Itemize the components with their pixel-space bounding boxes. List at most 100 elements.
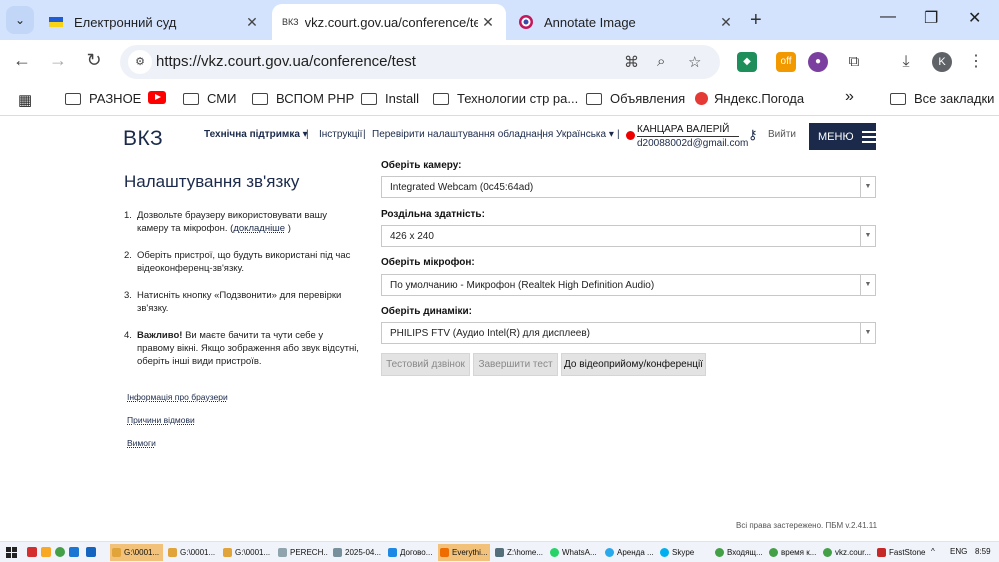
taskbar-item[interactable]: время к... xyxy=(767,544,819,561)
taskbar-item[interactable]: G:\0001... xyxy=(221,544,273,561)
user-name[interactable]: КАНЦАРА ВАЛЕРІЙ xyxy=(637,124,739,137)
new-tab-button[interactable]: + xyxy=(750,9,762,32)
taskbar-item[interactable]: Skype xyxy=(658,544,710,561)
apps-grid-icon[interactable]: ▦ xyxy=(18,91,32,109)
nav-instructions[interactable]: Інструкції xyxy=(319,129,362,140)
chevron-down-icon: ▼ xyxy=(860,275,875,295)
restore-icon[interactable]: ❐ xyxy=(924,8,938,28)
zoom-icon[interactable]: ⌕ xyxy=(657,53,665,70)
taskbar-item[interactable]: Догово... xyxy=(386,544,436,561)
address-bar[interactable]: ⚙ https://vkz.court.gov.ua/conference/te… xyxy=(120,45,720,79)
folder-icon xyxy=(433,92,449,105)
bookmark-star-icon[interactable]: ☆ xyxy=(688,53,701,71)
end-test-button[interactable]: Завершити тест xyxy=(473,353,558,376)
document-icon xyxy=(388,548,397,557)
list-item: 2. Оберіть пристрої, що будуть використан… xyxy=(124,250,351,274)
taskbar-item[interactable]: Everythi... xyxy=(438,544,490,561)
shield-extension-icon[interactable]: ◆ xyxy=(737,52,757,72)
taskbar-item[interactable]: G:\0001... xyxy=(110,544,163,561)
site-info-icon[interactable]: ⚙ xyxy=(128,50,152,74)
user-email: d20088002d@gmail.com xyxy=(637,138,749,149)
close-tab-icon[interactable]: ✕ xyxy=(242,14,262,31)
tab-vkz-conference[interactable]: ВКЗ vkz.court.gov.ua/conference/tes ✕ xyxy=(272,4,506,40)
instructions-list: 1. Дозвольте браузеру використовувати ва… xyxy=(124,209,359,382)
close-tab-icon[interactable]: ✕ xyxy=(478,14,498,31)
pinned-app-icon[interactable] xyxy=(41,547,51,557)
copyright: Всі права застережено. ПБМ v.2.41.11 xyxy=(736,521,878,530)
weather-icon xyxy=(695,92,708,105)
download-icon[interactable]: ⤓ xyxy=(896,52,916,72)
resolution-select[interactable]: 426 x 240 ▼ xyxy=(381,225,876,247)
whatsapp-icon xyxy=(550,548,559,557)
bookmark-ads[interactable]: Объявления xyxy=(586,91,685,106)
taskbar-item[interactable]: vkz.cour... xyxy=(821,544,873,561)
logout-link[interactable]: Вийти xyxy=(768,129,796,140)
site-logo[interactable]: ВКЗ xyxy=(123,127,163,151)
close-window-icon[interactable]: ✕ xyxy=(968,8,981,28)
camera-select[interactable]: Integrated Webcam (0c45:64ad) ▼ xyxy=(381,176,876,198)
bookmark-youtube[interactable] xyxy=(148,91,166,104)
nav-check-settings[interactable]: Перевірити налаштування обладнання xyxy=(372,129,553,140)
more-bookmarks-icon[interactable]: » xyxy=(845,88,854,106)
tab-title: vkz.court.gov.ua/conference/tes xyxy=(304,14,478,30)
go-to-conference-button[interactable]: До відеоприйому/конференції xyxy=(561,353,706,376)
pinned-app-icon[interactable] xyxy=(69,547,79,557)
minimize-icon[interactable]: — xyxy=(880,8,896,26)
windows-start-icon[interactable] xyxy=(6,547,17,558)
all-bookmarks[interactable]: Все закладки xyxy=(890,91,994,106)
key-icon: ⚷ xyxy=(748,127,758,142)
language-select[interactable]: Українська ▾ xyxy=(556,129,614,140)
browser-menu-icon[interactable]: ⋮ xyxy=(966,52,986,72)
tab-search-button[interactable]: ⌄ xyxy=(6,6,34,34)
color-extension-icon[interactable]: ● xyxy=(808,52,828,72)
tab-electronic-court[interactable]: Електронний суд ✕ xyxy=(38,4,270,40)
url-text[interactable]: https://vkz.court.gov.ua/conference/test xyxy=(156,53,416,70)
folder-icon xyxy=(112,548,121,557)
user-status-dot xyxy=(626,131,635,140)
pinned-app-icon[interactable] xyxy=(27,547,37,557)
page-title: Налаштування зв'язку xyxy=(124,172,300,191)
off-extension-icon[interactable]: off xyxy=(776,52,796,72)
hamburger-icon xyxy=(861,128,876,146)
test-call-button[interactable]: Тестовий дзвінок xyxy=(381,353,470,376)
bookmark-install[interactable]: Install xyxy=(361,91,419,106)
taskbar-item[interactable]: Z:\home... xyxy=(493,544,545,561)
microphone-select[interactable]: По умолчанию - Микрофон (Realtek High De… xyxy=(381,274,876,296)
close-tab-icon[interactable]: ✕ xyxy=(716,14,736,31)
taskbar-item[interactable]: G:\0001... xyxy=(166,544,218,561)
speaker-select[interactable]: PHILIPS FTV (Аудио Intel(R) для дисплеев… xyxy=(381,322,876,344)
extensions-icon[interactable]: ⧉ xyxy=(844,52,864,72)
clock[interactable]: 8:59 xyxy=(975,547,991,556)
menu-button[interactable]: МЕНЮ xyxy=(809,123,876,150)
translate-icon[interactable]: ⌘ xyxy=(624,53,639,71)
folder-icon xyxy=(361,92,377,105)
nav-support[interactable]: Технічна підтримка ▾ xyxy=(204,129,308,140)
tray-arrow-icon[interactable]: ^ xyxy=(931,547,935,556)
taskbar-item[interactable]: WhatsA... xyxy=(548,544,600,561)
pinned-app-icon[interactable] xyxy=(86,547,96,557)
taskbar-item[interactable]: Входящ... xyxy=(713,544,765,561)
requirements-link[interactable]: Вимоги xyxy=(127,438,156,448)
taskbar-item[interactable]: FastStone xyxy=(875,544,927,561)
taskbar-item[interactable]: Аренда ... xyxy=(603,544,655,561)
back-icon[interactable]: ← xyxy=(10,50,34,71)
taskbar-item[interactable]: 2025-04... xyxy=(331,544,383,561)
browser-info-link[interactable]: Інформація про браузери xyxy=(127,392,228,402)
bookmark-vspom-php[interactable]: ВСПОМ PHP xyxy=(252,91,354,106)
more-info-link[interactable]: докладніше xyxy=(233,223,285,234)
chevron-down-icon: ▼ xyxy=(860,177,875,197)
bookmark-smi[interactable]: СМИ xyxy=(183,91,236,106)
bookmark-raznoe[interactable]: РАЗНОЕ xyxy=(65,91,141,106)
forward-icon[interactable]: → xyxy=(46,50,70,71)
bookmark-tech[interactable]: Технологии стр ра... xyxy=(433,91,578,106)
chrome-icon[interactable] xyxy=(55,547,65,557)
language-indicator[interactable]: ENG xyxy=(950,547,967,556)
tab-annotate-image[interactable]: Annotate Image ✕ xyxy=(508,4,744,40)
taskbar-item[interactable]: PERECH... xyxy=(276,544,328,561)
bookmark-yandex-weather[interactable]: Яндекс.Погода xyxy=(695,91,804,106)
refusal-reasons-link[interactable]: Причини відмови xyxy=(127,415,195,425)
profile-avatar[interactable]: K xyxy=(932,52,952,72)
vkz-favicon: ВКЗ xyxy=(282,17,299,27)
resolution-label: Роздільна здатність: xyxy=(381,209,485,220)
reload-icon[interactable]: ↻ xyxy=(82,50,106,71)
